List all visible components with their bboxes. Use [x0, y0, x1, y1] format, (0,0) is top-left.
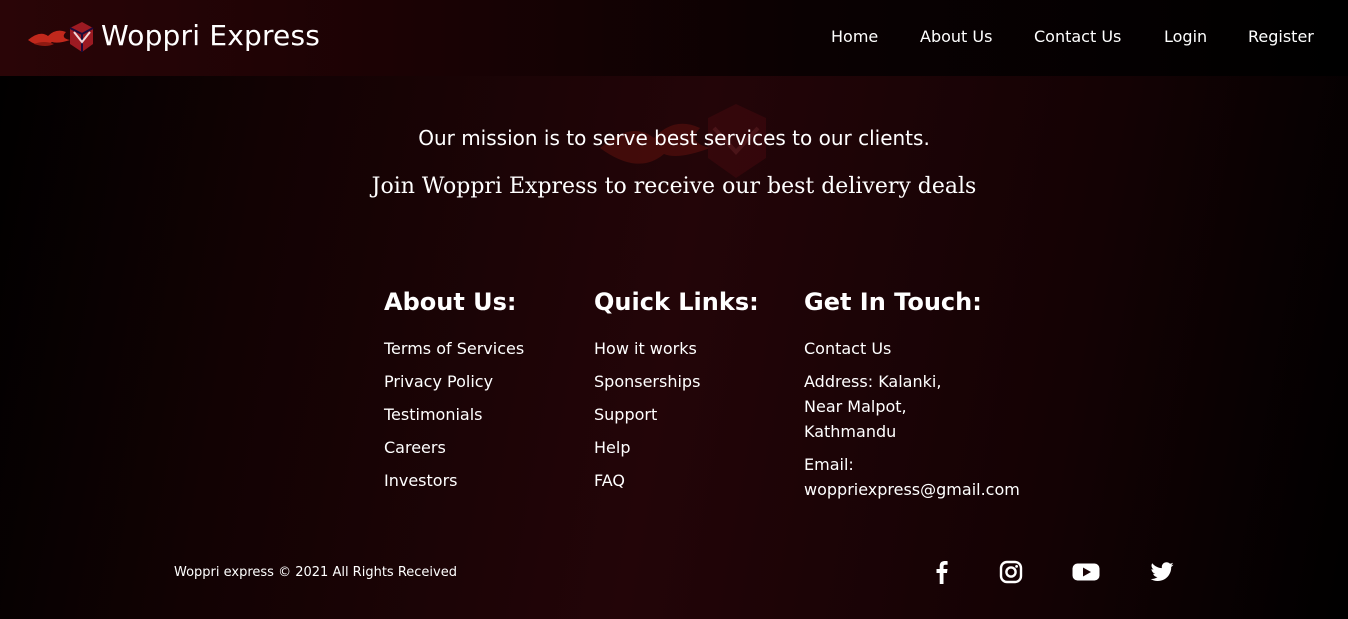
join-tagline: Join Woppri Express to receive our best … — [371, 174, 977, 199]
address-line: Address: Kalanki, — [804, 372, 942, 391]
link-help[interactable]: Help — [594, 438, 630, 457]
get-in-touch-heading: Get In Touch: — [804, 288, 982, 316]
link-careers[interactable]: Careers — [384, 438, 446, 457]
address-line: Near Malpot, — [804, 397, 907, 416]
link-terms-of-services[interactable]: Terms of Services — [384, 339, 524, 358]
link-testimonials[interactable]: Testimonials — [384, 405, 483, 424]
nav-contact-us[interactable]: Contact Us — [1034, 27, 1121, 46]
email-address[interactable]: woppriexpress@gmail.com — [804, 477, 1020, 502]
link-privacy-policy[interactable]: Privacy Policy — [384, 372, 493, 391]
nav-home[interactable]: Home — [831, 27, 878, 46]
address-line: Kathmandu — [804, 422, 897, 441]
nav-register[interactable]: Register — [1248, 27, 1314, 46]
brand-name[interactable]: Woppri Express — [101, 19, 320, 52]
link-how-it-works[interactable]: How it works — [594, 339, 697, 358]
youtube-icon[interactable] — [1072, 560, 1100, 584]
quick-links-heading: Quick Links: — [594, 288, 759, 316]
link-faq[interactable]: FAQ — [594, 471, 625, 490]
instagram-icon[interactable] — [999, 560, 1023, 584]
nav-about-us[interactable]: About Us — [920, 27, 992, 46]
navbar: Woppri Express Home About Us Contact Us … — [0, 0, 1348, 76]
about-us-heading: About Us: — [384, 288, 517, 316]
link-support[interactable]: Support — [594, 405, 657, 424]
woppri-flame-logo-icon[interactable] — [26, 20, 94, 54]
link-contact-us[interactable]: Contact Us — [804, 339, 891, 358]
copyright-text: Woppri express © 2021 All Rights Receive… — [174, 565, 457, 580]
facebook-icon[interactable] — [930, 560, 954, 584]
email-block: Email: woppriexpress@gmail.com — [804, 452, 1020, 502]
address-block: Address: Kalanki, Near Malpot, Kathmandu — [804, 369, 941, 444]
nav-login[interactable]: Login — [1164, 27, 1207, 46]
email-label: Email: — [804, 455, 854, 474]
link-investors[interactable]: Investors — [384, 471, 457, 490]
link-sponserships[interactable]: Sponserships — [594, 372, 700, 391]
twitter-icon[interactable] — [1150, 560, 1174, 584]
mission-statement: Our mission is to serve best services to… — [418, 126, 930, 150]
